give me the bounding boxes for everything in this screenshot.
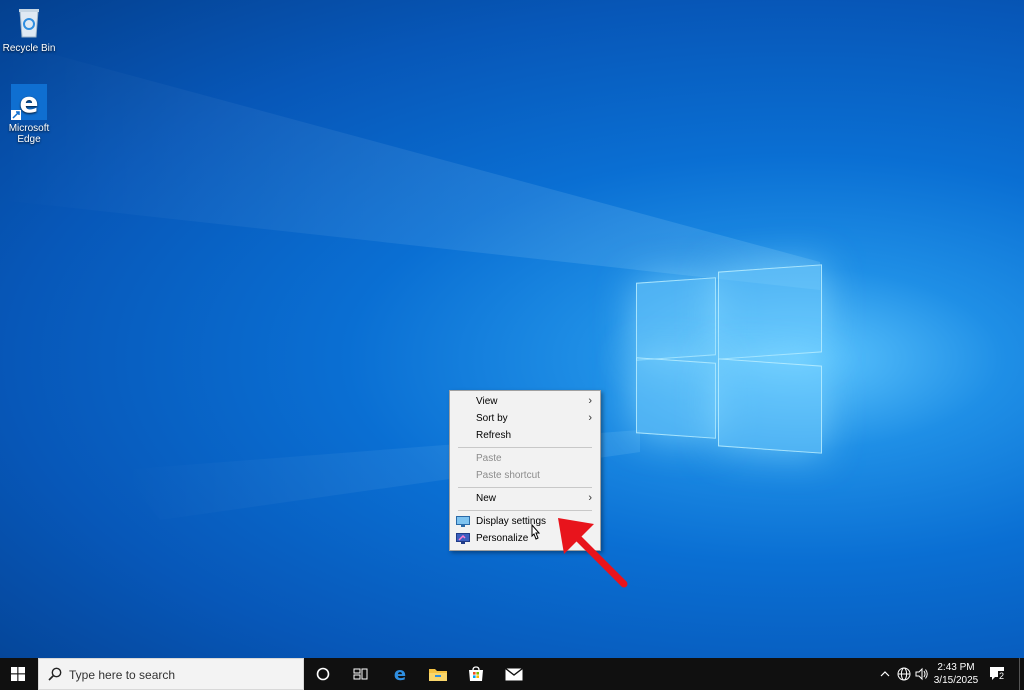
context-menu-new[interactable]: New › (450, 490, 600, 507)
menu-separator (458, 487, 592, 488)
taskbar-clock[interactable]: 2:43 PM 3/15/2025 (930, 661, 982, 687)
wallpaper-light-beams (0, 40, 820, 520)
svg-text:e: e (394, 665, 406, 683)
context-menu-view[interactable]: View › (450, 393, 600, 410)
context-menu-paste-shortcut: Paste shortcut (450, 467, 600, 484)
desktop-icon-label: Microsoft Edge (8, 123, 50, 145)
chevron-right-icon: › (588, 492, 592, 504)
taskbar: Type here to search e 2:43 PM 3/15/2025 … (0, 658, 1024, 690)
edge-icon: e (394, 665, 406, 683)
menu-item-label: Sort by (476, 413, 508, 424)
store-icon (469, 666, 483, 681)
cortana-button[interactable] (306, 658, 340, 690)
annotation-arrow-icon (558, 518, 628, 588)
desktop[interactable]: Recycle Bin e Microsoft Edge View › Sort… (0, 0, 1024, 658)
chevron-right-icon: › (588, 412, 592, 424)
context-menu-sort-by[interactable]: Sort by › (450, 410, 600, 427)
globe-network-icon (897, 667, 911, 681)
taskbar-store-button[interactable] (459, 658, 493, 690)
menu-item-label: New (476, 493, 497, 504)
menu-item-label: Refresh (476, 430, 512, 441)
mail-icon (505, 667, 523, 680)
volume-button[interactable] (913, 658, 931, 690)
taskbar-search-box[interactable]: Type here to search (38, 658, 304, 690)
menu-item-label: Paste shortcut (476, 470, 540, 481)
svg-text:e: e (20, 86, 39, 119)
display-icon (456, 516, 470, 527)
cortana-icon (316, 667, 330, 681)
taskbar-mail-button[interactable] (497, 658, 531, 690)
menu-separator (458, 510, 592, 511)
start-button[interactable] (0, 658, 36, 690)
desktop-icon-microsoft-edge[interactable]: e Microsoft Edge (0, 84, 61, 145)
edge-icon: e (11, 84, 47, 120)
menu-item-label: View (476, 396, 498, 407)
menu-item-label: Personalize (476, 533, 529, 544)
search-icon (48, 667, 62, 681)
windows-start-icon (11, 667, 25, 681)
recycle-bin-icon (11, 4, 47, 40)
action-center-button[interactable]: 2 (986, 658, 1010, 690)
context-menu-paste: Paste (450, 450, 600, 467)
show-hidden-icons-button[interactable] (876, 658, 894, 690)
desktop-icon-recycle-bin[interactable]: Recycle Bin (0, 4, 61, 54)
chevron-up-icon (880, 671, 890, 677)
windows-logo-wallpaper (636, 262, 822, 454)
mouse-pointer-icon (531, 524, 541, 540)
search-placeholder: Type here to search (69, 668, 176, 682)
network-button[interactable] (895, 658, 913, 690)
menu-item-label: Paste (476, 453, 502, 464)
show-desktop-button[interactable] (1019, 658, 1024, 690)
clock-date: 3/15/2025 (933, 675, 979, 686)
notification-count-badge: 2 (998, 671, 1006, 681)
taskbar-file-explorer-button[interactable] (421, 658, 455, 690)
menu-separator (458, 447, 592, 448)
context-menu-refresh[interactable]: Refresh (450, 427, 600, 444)
chevron-right-icon: › (588, 395, 592, 407)
task-view-button[interactable] (344, 658, 378, 690)
personalize-icon (456, 533, 470, 544)
task-view-icon (353, 668, 368, 680)
speaker-volume-icon (915, 667, 928, 681)
taskbar-edge-button[interactable]: e (383, 658, 417, 690)
desktop-icon-label: Recycle Bin (2, 43, 56, 54)
clock-time: 2:43 PM (937, 662, 975, 673)
file-explorer-icon (429, 669, 447, 681)
